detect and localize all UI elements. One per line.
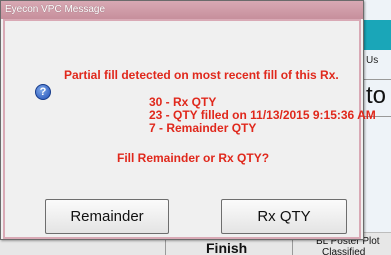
message-remainder-qty: 7 - Remainder QTY	[149, 121, 257, 135]
background-heading: to	[366, 82, 387, 109]
dialog-title-bar[interactable]: Eyecon VPC Message	[1, 1, 363, 19]
message-dialog: Eyecon VPC Message ? Partial fill detect…	[0, 0, 376, 240]
rx-qty-button[interactable]: Rx QTY	[221, 199, 347, 234]
background-label: Us	[366, 55, 379, 66]
message-rx-qty: 30 - Rx QTY	[149, 95, 217, 109]
message-partial-fill: Partial fill detected on most recent fil…	[64, 68, 339, 82]
info-icon: ?	[35, 84, 51, 100]
finish-button[interactable]: Finish	[206, 240, 247, 255]
message-qty-filled: 23 - QTY filled on 11/13/2015 9:15:36 AM	[149, 108, 376, 122]
message-question: Fill Remainder or Rx QTY?	[117, 151, 270, 165]
dialog-title: Eyecon VPC Message	[5, 4, 106, 15]
remainder-button[interactable]: Remainder	[45, 199, 169, 234]
classified-label: Classified	[322, 247, 366, 255]
background-app-header	[363, 20, 391, 50]
